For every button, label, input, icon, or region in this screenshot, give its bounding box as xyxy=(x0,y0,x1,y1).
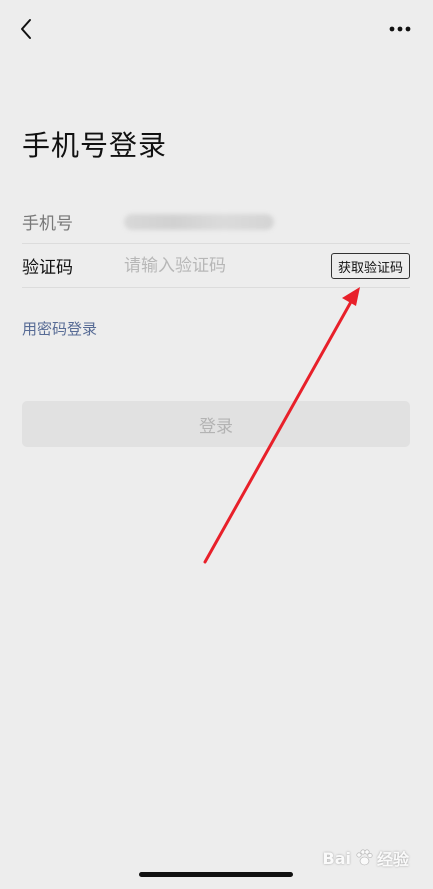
paw-icon xyxy=(356,849,373,866)
phone-number-value-blurred xyxy=(124,213,274,230)
phone-label: 手机号 xyxy=(22,214,73,234)
back-button[interactable] xyxy=(12,14,40,44)
watermark-suffix-text: 经验 xyxy=(376,850,409,869)
login-form: 手机号 验证码 获取验证码 xyxy=(22,200,410,288)
verification-code-input[interactable] xyxy=(124,255,314,276)
chevron-left-icon xyxy=(21,19,31,39)
get-code-button[interactable]: 获取验证码 xyxy=(330,253,410,279)
more-horizontal-icon xyxy=(389,26,411,32)
more-button[interactable] xyxy=(385,16,415,42)
page-title: 手机号登录 xyxy=(22,129,168,162)
password-login-link[interactable]: 用密码登录 xyxy=(22,318,97,339)
phone-login-screen: 手机号登录 手机号 验证码 获取验证码 用密码登录 登录 Bai 经验 xyxy=(0,0,433,889)
phone-row: 手机号 xyxy=(22,200,410,244)
login-button[interactable]: 登录 xyxy=(22,401,410,447)
baidu-watermark: Bai 经验 xyxy=(323,846,410,870)
watermark-brand-text: Bai xyxy=(322,848,351,868)
code-row: 验证码 获取验证码 xyxy=(22,244,410,288)
code-label: 验证码 xyxy=(22,258,73,278)
home-indicator xyxy=(139,872,293,877)
